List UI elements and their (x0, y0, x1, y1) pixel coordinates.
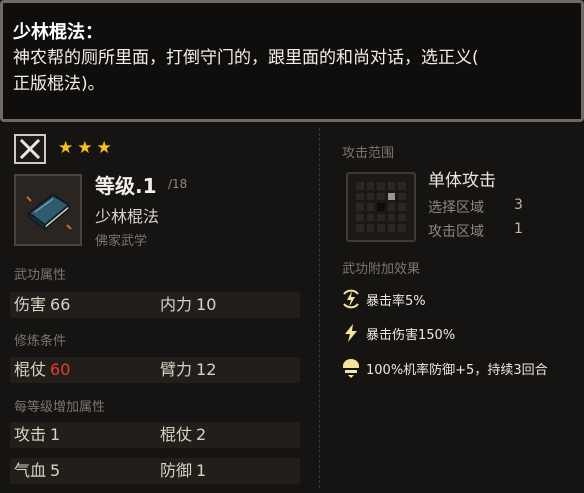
effect-text: 暴击率5% (366, 293, 426, 309)
effect-defense-buff: 100%机率防御+5，持续3回合 (340, 357, 548, 379)
range-cell (387, 203, 396, 211)
per-level-staff: 棍仗 2 (160, 422, 206, 448)
stat-label: 内力 (160, 295, 193, 314)
req-arm-strength: 臂力 12 (160, 357, 216, 383)
range-cell (387, 224, 396, 232)
range-cell (398, 192, 406, 201)
range-cell (356, 213, 364, 222)
attack-area-value: 1 (514, 221, 523, 237)
select-area: 选择区域 3 (428, 197, 523, 217)
tooltip-line-1: 神农帮的厕所里面，打倒守门的，跟里面的和尚对话，选正义( (13, 48, 479, 68)
per-level-label: 每等级增加属性 (14, 400, 106, 415)
range-cell (377, 192, 385, 201)
star-icon: ★ (58, 138, 74, 158)
effect-text: 暴击伤害150% (366, 327, 456, 343)
range-cell (356, 192, 364, 201)
stat-value: 2 (196, 425, 207, 444)
range-cell (387, 213, 396, 222)
range-cell (356, 224, 364, 232)
attributes-label: 武功属性 (14, 268, 67, 283)
range-cell (366, 203, 375, 211)
per-level-defense: 防御 1 (160, 458, 206, 484)
attack-type: 单体攻击 (428, 171, 496, 191)
stat-value: 12 (196, 360, 217, 379)
star-icon: ★ (77, 138, 93, 158)
range-cell-target (387, 192, 396, 201)
stat-value: 5 (50, 461, 61, 480)
close-icon (19, 138, 41, 160)
attack-area-label: 攻击区域 (428, 224, 484, 240)
stat-label: 棍仗 (14, 360, 47, 379)
range-label: 攻击范围 (342, 146, 395, 161)
range-cell (398, 182, 406, 190)
stat-value: 1 (50, 425, 61, 444)
req-staff: 棍仗 60 (14, 357, 70, 383)
skill-name: 少林棍法 (95, 207, 160, 226)
per-level-hp: 气血 5 (14, 458, 60, 484)
range-cell (356, 182, 364, 190)
effect-text: 100%机率防御+5，持续3回合 (366, 362, 548, 378)
shield-buff-icon (340, 357, 362, 379)
star-icon: ★ (96, 138, 112, 158)
column-divider (319, 128, 320, 488)
effects-label: 武功附加效果 (342, 262, 421, 277)
stat-internal-power: 内力 10 (160, 292, 216, 318)
range-cell-self (377, 203, 385, 211)
stat-label: 臂力 (160, 360, 193, 379)
range-cell (398, 224, 406, 232)
effect-crit-damage: 暴击伤害150% (340, 322, 455, 344)
range-cell (366, 213, 375, 222)
range-cell (387, 182, 396, 190)
skill-type: 佛家武学 (95, 234, 148, 249)
stat-label: 气血 (14, 461, 47, 480)
requirements-label: 修炼条件 (14, 334, 67, 349)
stat-label: 伤害 (14, 295, 47, 314)
range-cell (366, 224, 375, 232)
range-cell (377, 182, 385, 190)
method-tooltip: 少林棍法： 神农帮的厕所里面，打倒守门的，跟里面的和尚对话，选正义( 正版棍法)… (0, 0, 584, 122)
tooltip-line-2: 正版棍法)。 (13, 74, 105, 94)
skill-book-slot (14, 174, 82, 246)
close-button[interactable] (14, 134, 46, 164)
range-cell (398, 203, 406, 211)
stat-damage: 伤害 66 (14, 292, 70, 318)
rarity-stars: ★ ★ ★ (58, 138, 112, 158)
range-cell (377, 224, 385, 232)
stat-label: 攻击 (14, 425, 47, 444)
range-cell (398, 213, 406, 222)
stat-value-unmet: 60 (50, 360, 71, 379)
range-cell (366, 192, 375, 201)
stat-value: 66 (50, 295, 71, 314)
select-area-label: 选择区域 (428, 200, 484, 216)
book-icon (26, 193, 72, 231)
per-level-attack: 攻击 1 (14, 422, 60, 448)
stat-label: 棍仗 (160, 425, 193, 444)
lightning-circle-icon (340, 288, 362, 310)
range-cell (356, 203, 364, 211)
tooltip-title: 少林棍法： (13, 22, 103, 43)
range-cell (366, 182, 375, 190)
skill-level-max: /18 (168, 177, 188, 191)
range-cell (377, 213, 385, 222)
stat-value: 1 (196, 461, 207, 480)
attack-area: 攻击区域 1 (428, 221, 523, 241)
lightning-icon (340, 322, 362, 344)
effect-crit-rate: 暴击率5% (340, 288, 426, 310)
select-area-value: 3 (514, 197, 523, 213)
skill-level: 等级.1 (95, 174, 157, 198)
stat-label: 防御 (160, 461, 193, 480)
attack-range-grid (346, 172, 416, 242)
stat-value: 10 (196, 295, 217, 314)
